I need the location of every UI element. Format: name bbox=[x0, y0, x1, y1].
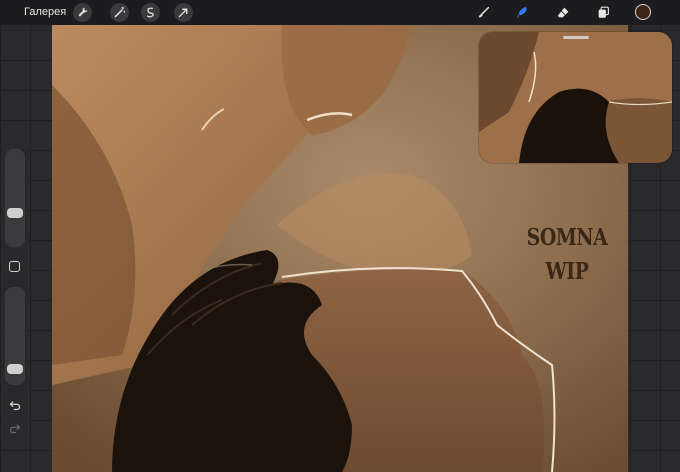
watermark-line-2: WIP bbox=[545, 258, 589, 285]
left-sidebar bbox=[2, 147, 28, 441]
watermark-text: SOMNA WIP bbox=[518, 221, 616, 289]
eraser-icon bbox=[557, 7, 569, 18]
top-toolbar: Галерея bbox=[0, 0, 680, 25]
wrench-icon bbox=[78, 7, 88, 17]
layers-button[interactable] bbox=[594, 3, 613, 22]
magic-wand-icon bbox=[114, 6, 126, 18]
watermark-line-1: SOMNA bbox=[526, 224, 608, 251]
brush-size-slider[interactable] bbox=[5, 149, 25, 247]
reference-window[interactable] bbox=[479, 32, 672, 163]
brush-tool-button[interactable] bbox=[474, 3, 493, 22]
reference-image bbox=[479, 32, 672, 163]
adjustments-button[interactable] bbox=[110, 3, 129, 22]
layers-icon bbox=[598, 6, 609, 18]
brush-size-knob[interactable] bbox=[7, 207, 23, 218]
redo-button[interactable] bbox=[8, 421, 22, 435]
selection-icon bbox=[146, 7, 154, 18]
selection-button[interactable] bbox=[141, 3, 160, 22]
redo-icon bbox=[9, 424, 21, 434]
transform-button[interactable] bbox=[174, 3, 193, 22]
modify-square-icon[interactable] bbox=[9, 261, 20, 272]
transform-arrow-icon bbox=[178, 8, 188, 18]
opacity-slider[interactable] bbox=[5, 287, 25, 385]
eraser-tool-button[interactable] bbox=[554, 3, 573, 22]
opacity-knob[interactable] bbox=[7, 363, 23, 374]
reference-drag-handle[interactable] bbox=[563, 36, 589, 39]
color-picker-button[interactable] bbox=[635, 4, 651, 20]
gallery-button[interactable]: Галерея bbox=[24, 5, 66, 20]
actions-button[interactable] bbox=[73, 3, 92, 22]
undo-icon bbox=[9, 401, 21, 411]
brush-icon bbox=[478, 6, 490, 18]
undo-button[interactable] bbox=[8, 398, 22, 412]
smudge-icon bbox=[516, 6, 527, 19]
smudge-tool-button[interactable] bbox=[513, 3, 532, 22]
